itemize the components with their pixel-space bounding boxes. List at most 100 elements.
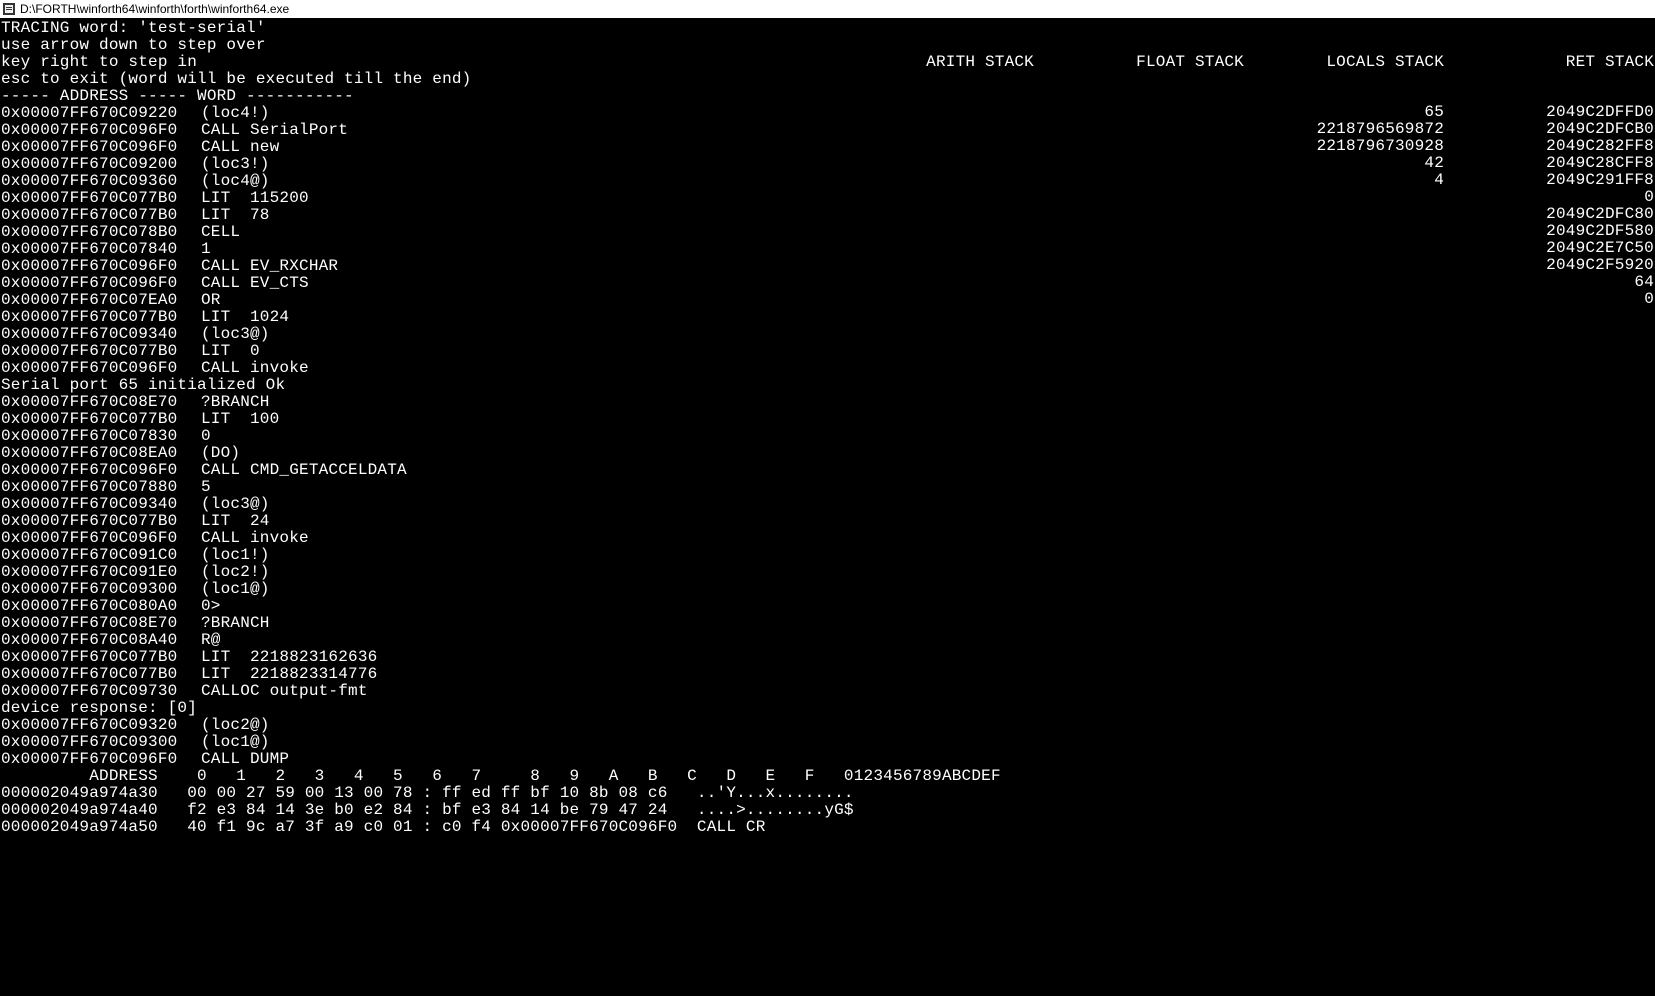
trace-address: 0x00007FF670C096F0 xyxy=(1,275,201,292)
ret-stack-value: 0 xyxy=(1444,189,1654,206)
trace-address: 0x00007FF670C096F0 xyxy=(1,530,201,547)
console-area[interactable]: TRACING word: 'test-serial'use arrow dow… xyxy=(0,18,1655,996)
trace-address: 0x00007FF670C078B0 xyxy=(1,224,201,241)
trace-word: LIT 0 xyxy=(201,343,260,360)
trace-address: 0x00007FF670C07880 xyxy=(1,479,201,496)
trace-word: (loc3!) xyxy=(201,156,270,173)
trace-word: R@ xyxy=(201,632,221,649)
trace-word: 0 xyxy=(201,428,211,445)
trace-row: 0x00007FF670C096F0CALL invoke xyxy=(1,530,1654,547)
trace-word: LIT 78 xyxy=(201,207,270,224)
trace-word: LIT 24 xyxy=(201,513,270,530)
trace-word: LIT 1024 xyxy=(201,309,289,326)
trace-address: 0x00007FF670C09340 xyxy=(1,496,201,513)
trace-row: 0x00007FF670C08E70?BRANCH xyxy=(1,615,1654,632)
trace-row: 0x00007FF670C077B0LIT 1024 xyxy=(1,309,1654,326)
trace-word: (loc4@) xyxy=(201,173,270,190)
trace-word: 5 xyxy=(201,479,211,496)
trace-word: (loc3@) xyxy=(201,326,270,343)
stack-columns: ARITH STACK FLOAT STACK LOCALS STACK 652… xyxy=(834,20,1654,308)
trace-word: (loc1@) xyxy=(201,734,270,751)
trace-word: LIT 2218823314776 xyxy=(201,666,377,683)
trace-address: 0x00007FF670C07840 xyxy=(1,241,201,258)
trace-row: 0x00007FF670C096F0CALL CMD_GETACCELDATA xyxy=(1,462,1654,479)
locals-stack-value: 2218796569872 xyxy=(1244,121,1444,138)
trace-word: LIT 115200 xyxy=(201,190,309,207)
trace-message: Serial port 65 initialized Ok xyxy=(1,377,285,394)
trace-row: 0x00007FF670C078805 xyxy=(1,479,1654,496)
ret-stack-value: 2049C2DFCB0 xyxy=(1444,121,1654,138)
trace-address: 0x00007FF670C091E0 xyxy=(1,564,201,581)
trace-row: 0x00007FF670C08EA0(DO) xyxy=(1,445,1654,462)
app-window: D:\FORTH\winforth64\winforth\forth\winfo… xyxy=(0,0,1655,996)
trace-row: 0x00007FF670C09300(loc1@) xyxy=(1,734,1654,751)
ret-stack-value: 64 xyxy=(1444,274,1654,291)
trace-address: 0x00007FF670C077B0 xyxy=(1,190,201,207)
trace-address: 0x00007FF670C096F0 xyxy=(1,462,201,479)
locals-stack-header: LOCALS STACK xyxy=(1244,54,1444,71)
trace-word: (loc2@) xyxy=(201,717,270,734)
trace-address: 0x00007FF670C09340 xyxy=(1,326,201,343)
ret-stack-value: 0 xyxy=(1444,291,1654,308)
trace-address: 0x00007FF670C077B0 xyxy=(1,411,201,428)
trace-address: 0x00007FF670C08A40 xyxy=(1,632,201,649)
trace-word: ?BRANCH xyxy=(201,615,270,632)
trace-word: 0> xyxy=(201,598,221,615)
trace-row: 0x00007FF670C078300 xyxy=(1,428,1654,445)
trace-address: 0x00007FF670C077B0 xyxy=(1,649,201,666)
ret-stack-value: 2049C282FF8 xyxy=(1444,138,1654,155)
trace-word: CALL DUMP xyxy=(201,751,289,768)
trace-word: CALLOC output-fmt xyxy=(201,683,368,700)
trace-word: CALL SerialPort xyxy=(201,122,348,139)
trace-address: 0x00007FF670C096F0 xyxy=(1,139,201,156)
trace-row: 0x00007FF670C077B0LIT 100 xyxy=(1,411,1654,428)
trace-address: 0x00007FF670C077B0 xyxy=(1,343,201,360)
trace-address: 0x00007FF670C09220 xyxy=(1,105,201,122)
trace-address: 0x00007FF670C09300 xyxy=(1,581,201,598)
trace-row: 0x00007FF670C077B0LIT 2218823162636 xyxy=(1,649,1654,666)
trace-address: 0x00007FF670C09320 xyxy=(1,717,201,734)
trace-row: device response: [0] xyxy=(1,700,1654,717)
locals-stack-value: 2218796730928 xyxy=(1244,138,1444,155)
trace-address: 0x00007FF670C077B0 xyxy=(1,207,201,224)
trace-message: device response: [0] xyxy=(1,700,197,717)
trace-row: 0x00007FF670C08A40R@ xyxy=(1,632,1654,649)
window-titlebar[interactable]: D:\FORTH\winforth64\winforth\forth\winfo… xyxy=(0,0,1655,18)
locals-stack-col: LOCALS STACK 652218796569872221879673092… xyxy=(1244,20,1444,308)
ret-stack-value: 2049C2DFFD0 xyxy=(1444,104,1654,121)
trace-word: CALL CMD_GETACCELDATA xyxy=(201,462,407,479)
trace-address: 0x00007FF670C09730 xyxy=(1,683,201,700)
trace-word: 1 xyxy=(201,241,211,258)
trace-address: 0x00007FF670C096F0 xyxy=(1,258,201,275)
ret-stack-value: 2049C2DF580 xyxy=(1444,223,1654,240)
ret-stack-value: 2049C291FF8 xyxy=(1444,172,1654,189)
trace-row: 0x00007FF670C096F0CALL invoke xyxy=(1,360,1654,377)
trace-row: 0x00007FF670C096F0CALL DUMP xyxy=(1,751,1654,768)
locals-stack-value: 65 xyxy=(1244,104,1444,121)
trace-row: Serial port 65 initialized Ok xyxy=(1,377,1654,394)
ret-stack-value: 2049C2F5920 xyxy=(1444,257,1654,274)
trace-word: ?BRANCH xyxy=(201,394,270,411)
trace-word: LIT 100 xyxy=(201,411,279,428)
trace-word: CALL new xyxy=(201,139,279,156)
trace-row: 0x00007FF670C077B0LIT 0 xyxy=(1,343,1654,360)
trace-word: (loc4!) xyxy=(201,105,270,122)
trace-row: 0x00007FF670C09340(loc3@) xyxy=(1,496,1654,513)
trace-address: 0x00007FF670C08EA0 xyxy=(1,445,201,462)
trace-row: 0x00007FF670C09730CALLOC output-fmt xyxy=(1,683,1654,700)
ret-stack-value: 2049C28CFF8 xyxy=(1444,155,1654,172)
trace-word: LIT 2218823162636 xyxy=(201,649,377,666)
locals-stack-value: 4 xyxy=(1244,172,1444,189)
trace-address: 0x00007FF670C09300 xyxy=(1,734,201,751)
trace-address: 0x00007FF670C07EA0 xyxy=(1,292,201,309)
trace-address: 0x00007FF670C096F0 xyxy=(1,360,201,377)
arith-stack-col: ARITH STACK xyxy=(834,20,1034,308)
trace-address: 0x00007FF670C077B0 xyxy=(1,309,201,326)
trace-word: (DO) xyxy=(201,445,240,462)
dump-row: 000002049a974a30 00 00 27 59 00 13 00 78… xyxy=(1,785,1654,802)
trace-address: 0x00007FF670C07830 xyxy=(1,428,201,445)
trace-word: (loc3@) xyxy=(201,496,270,513)
window-title: D:\FORTH\winforth64\winforth\forth\winfo… xyxy=(20,3,289,16)
trace-address: 0x00007FF670C09200 xyxy=(1,156,201,173)
trace-address: 0x00007FF670C077B0 xyxy=(1,666,201,683)
